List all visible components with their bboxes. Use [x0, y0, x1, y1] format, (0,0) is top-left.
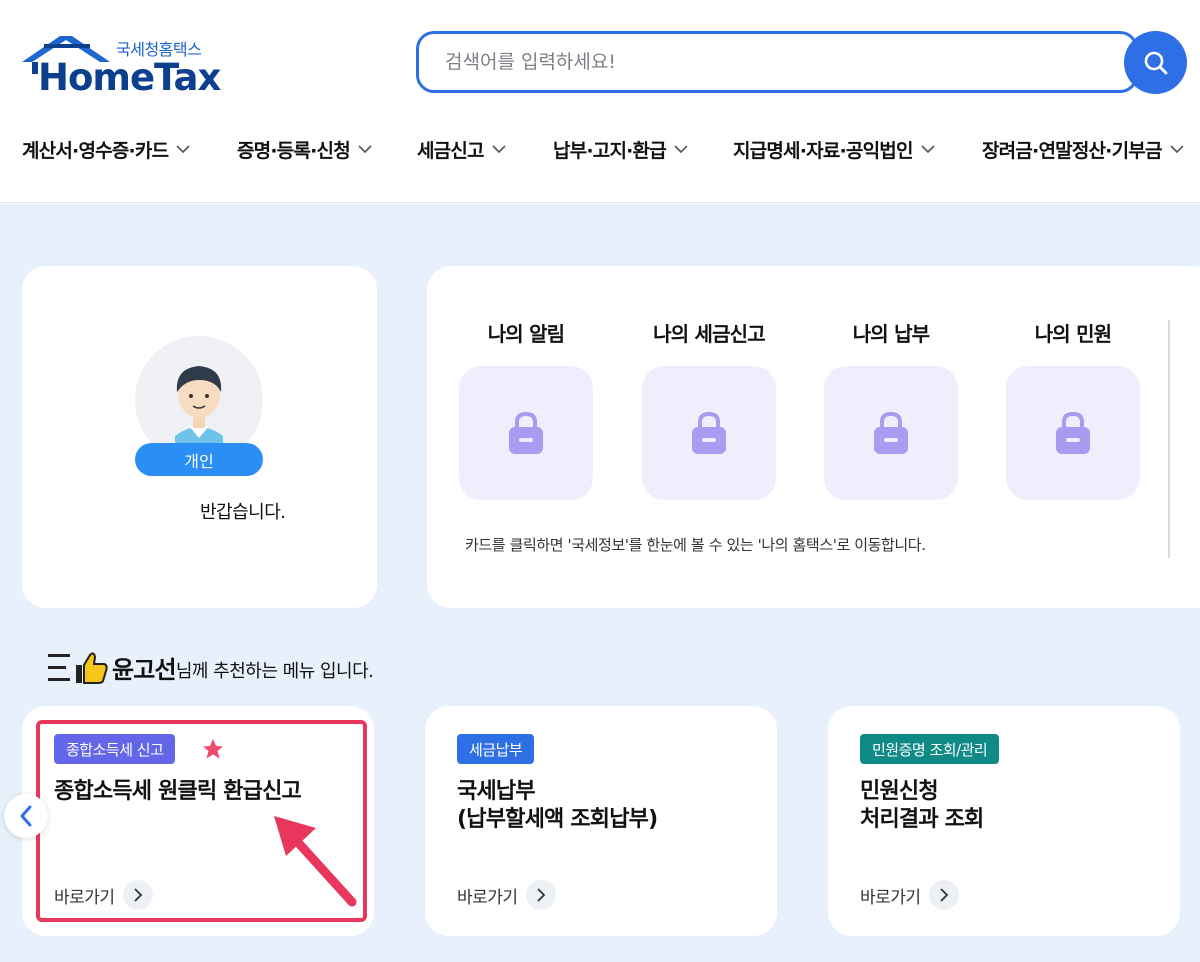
lock-icon — [1056, 411, 1090, 454]
my-hometax-note: 카드를 클릭하면 '국세정보'를 한눈에 볼 수 있는 '나의 홈택스'로 이동… — [465, 536, 926, 554]
card-title-line: 종합소득세 원클릭 환급신고 — [54, 779, 302, 804]
my-item-tax-filing[interactable]: 나의 세금신고 — [642, 318, 776, 500]
my-item-box[interactable] — [642, 366, 776, 500]
chevron-right-icon — [525, 880, 556, 910]
chevron-down-icon — [492, 143, 506, 157]
carousel-prev-button[interactable] — [4, 794, 48, 838]
my-item-notifications[interactable]: 나의 알림 — [459, 318, 593, 500]
card-title-line: 국세납부 — [457, 779, 536, 804]
hometax-logo[interactable]: 국세청홈택스 HomeTax — [22, 34, 222, 99]
chevron-down-icon — [176, 143, 190, 157]
main-navigation: 계산서·영수증·카드 증명·등록·신청 세금신고 납부·고지·환급 지급명세·자… — [0, 130, 1200, 170]
divider — [1168, 320, 1170, 558]
user-name: 윤고선 — [112, 656, 177, 684]
nav-item-tax-filing[interactable]: 세금신고 — [417, 136, 506, 163]
chevron-right-icon — [122, 880, 153, 910]
card-title: 민원신청 처리결과 조회 — [860, 778, 984, 834]
my-item-title: 나의 세금신고 — [653, 322, 766, 346]
lock-icon — [692, 411, 726, 454]
recommend-heading: 윤고선 님께 추천하는 메뉴 입니다. — [48, 650, 374, 685]
nav-label: 납부·고지·환급 — [553, 140, 667, 162]
chevron-down-icon — [921, 143, 935, 157]
nav-item-invoice[interactable]: 계산서·영수증·카드 — [22, 136, 190, 163]
pointer-arrow-icon — [274, 816, 357, 907]
my-item-title: 나의 알림 — [487, 322, 565, 346]
recommend-card-tax-payment[interactable]: 세금납부 국세납부 (납부할세액 조회납부) 바로가기 — [425, 706, 777, 936]
chevron-left-icon — [20, 805, 32, 827]
lock-icon — [509, 411, 543, 454]
category-tag: 세금납부 — [457, 734, 535, 764]
my-item-title: 나의 민원 — [1034, 322, 1112, 346]
nav-label: 지급명세·자료·공익법인 — [733, 140, 913, 162]
recommend-suffix: 님께 추천하는 메뉴 입니다. — [175, 660, 374, 682]
my-item-civil-service[interactable]: 나의 민원 — [1006, 318, 1140, 500]
search-bar — [416, 31, 1138, 93]
my-item-payment[interactable]: 나의 납부 — [824, 318, 958, 500]
search-icon — [1144, 51, 1167, 74]
profile-card: 개인 반갑습니다. — [22, 266, 377, 608]
nav-label: 장려금·연말정산·기부금 — [982, 140, 1162, 162]
nav-label: 세금신고 — [417, 140, 485, 162]
nav-item-certificate[interactable]: 증명·등록·신청 — [237, 136, 372, 163]
chevron-down-icon — [358, 143, 372, 157]
card-title-line: (납부할세액 조회납부) — [457, 807, 658, 832]
my-item-box[interactable] — [824, 366, 958, 500]
category-tag: 민원증명 조회/관리 — [860, 734, 1000, 764]
nav-item-statement[interactable]: 지급명세·자료·공익법인 — [733, 136, 935, 163]
main-content: 개인 반갑습니다. 나의 알림 나의 세금신고 나의 납부 나의 민원 카드를 … — [0, 204, 1200, 962]
nav-label: 계산서·영수증·카드 — [22, 140, 169, 162]
search-input[interactable] — [445, 46, 1045, 78]
greeting-text: 반갑습니다. — [200, 502, 286, 523]
my-item-box[interactable] — [1006, 366, 1140, 500]
star-icon[interactable] — [202, 738, 224, 760]
shortcut-label: 바로가기 — [54, 887, 115, 908]
shortcut-label: 바로가기 — [860, 887, 921, 908]
my-item-box[interactable] — [459, 366, 593, 500]
chevron-down-icon — [1170, 143, 1184, 157]
nav-item-payment[interactable]: 납부·고지·환급 — [553, 136, 688, 163]
shortcut-link[interactable]: 바로가기 — [457, 880, 556, 910]
nav-label: 증명·등록·신청 — [237, 140, 351, 162]
my-hometax-card: 나의 알림 나의 세금신고 나의 납부 나의 민원 카드를 클릭하면 '국세정보… — [427, 266, 1200, 608]
my-item-title: 나의 납부 — [852, 322, 930, 346]
card-title: 종합소득세 원클릭 환급신고 — [54, 778, 302, 806]
chevron-down-icon — [674, 143, 688, 157]
category-tag: 종합소득세 신고 — [54, 734, 176, 764]
card-title-line: 민원신청 — [860, 779, 939, 804]
logo-title: HomeTax — [38, 56, 221, 99]
shortcut-link[interactable]: 바로가기 — [860, 880, 959, 910]
recommend-card-civil-result[interactable]: 민원증명 조회/관리 민원신청 처리결과 조회 바로가기 — [828, 706, 1180, 936]
card-title: 국세납부 (납부할세액 조회납부) — [457, 778, 658, 834]
card-title-line: 처리결과 조회 — [860, 807, 984, 832]
lock-icon — [874, 411, 908, 454]
chevron-right-icon — [928, 880, 959, 910]
shortcut-label: 바로가기 — [457, 887, 518, 908]
thumbs-up-icon — [48, 651, 108, 684]
nav-item-incentive[interactable]: 장려금·연말정산·기부금 — [982, 136, 1184, 163]
shortcut-link[interactable]: 바로가기 — [54, 880, 153, 910]
search-button[interactable] — [1124, 31, 1187, 94]
site-header: 국세청홈택스 HomeTax 계산서·영수증·카드 증명·등록·신청 세금신고 … — [0, 0, 1200, 203]
individual-badge[interactable]: 개인 — [135, 443, 263, 476]
